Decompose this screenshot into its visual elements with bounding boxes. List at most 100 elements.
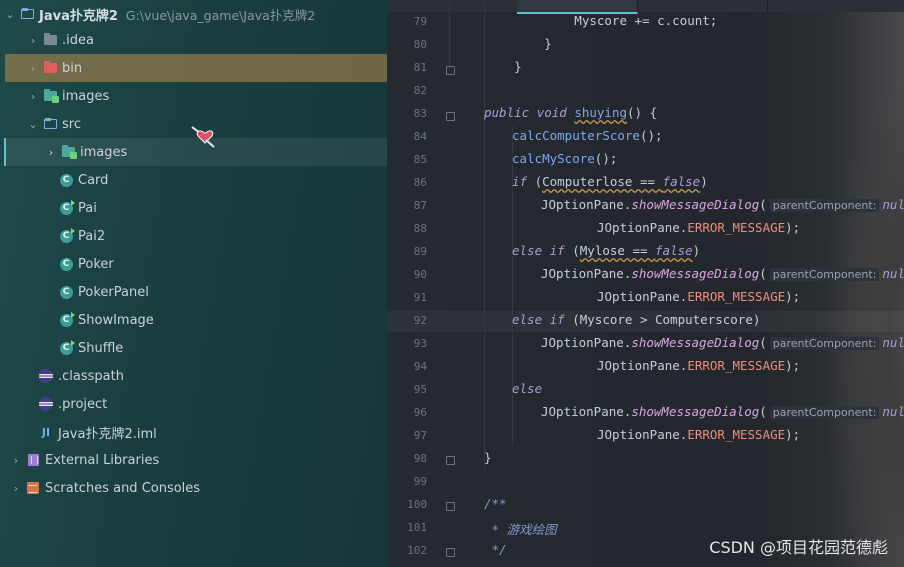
code-line: */	[484, 542, 507, 557]
line-number: 79	[413, 15, 427, 28]
tree-item-label: .classpath	[58, 368, 124, 384]
eclipse-icon	[38, 396, 54, 412]
line-number: 101	[407, 521, 427, 534]
source-folder-icon	[42, 116, 58, 132]
tree-item-shuffle[interactable]: C Shuffle	[0, 334, 387, 362]
code-line: }	[484, 59, 522, 74]
class-icon: C	[58, 256, 74, 272]
tree-item-idea[interactable]: › .idea	[0, 26, 387, 54]
line-number: 96	[413, 406, 427, 419]
line-number: 87	[413, 199, 427, 212]
chevron-right-icon[interactable]: ›	[9, 482, 23, 495]
line-number: 94	[413, 360, 427, 373]
editor-tab[interactable]	[637, 0, 768, 12]
chevron-right-icon[interactable]: ›	[26, 62, 40, 75]
code-line: * 游戏绘图	[484, 522, 557, 537]
code-line: /**	[484, 496, 507, 511]
tree-item-label: Shuffle	[78, 340, 124, 356]
folder-icon	[19, 6, 35, 22]
tree-item-label: .idea	[62, 32, 94, 48]
code-editor[interactable]: 79 80 81 82 83 84 85 86 87 88 89 90 91 9…	[387, 0, 904, 567]
tree-item-pai[interactable]: C Pai	[0, 194, 387, 222]
code-line: }	[484, 36, 552, 51]
chevron-right-icon[interactable]: ›	[44, 146, 58, 159]
line-number: 83	[413, 107, 427, 120]
line-number: 92	[413, 314, 427, 327]
tree-item-pai2[interactable]: C Pai2	[0, 222, 387, 250]
tree-item-classpath[interactable]: .classpath	[0, 362, 387, 390]
line-number: 81	[413, 61, 427, 74]
code-line: public void shuying() {	[484, 105, 658, 120]
editor-tab[interactable]	[767, 0, 904, 12]
line-number: 99	[413, 475, 427, 488]
line-number: 89	[413, 245, 427, 258]
tree-item-root[interactable]: ⌄ Java扑克牌2 G:\vue\java_game\Java扑克牌2	[0, 0, 387, 28]
code-line: JOptionPane.ERROR_MESSAGE);	[597, 358, 801, 373]
fold-icon[interactable]	[446, 548, 455, 557]
project-root-label: Java扑克牌2	[39, 8, 118, 24]
code-line: else if (Myscore > Computerscore)	[512, 312, 761, 327]
tree-item-label: Poker	[78, 256, 114, 272]
chevron-right-icon[interactable]: ›	[26, 34, 40, 47]
tree-item-label: External Libraries	[45, 452, 160, 468]
tree-item-label: images	[80, 144, 128, 160]
main-class-icon: C	[58, 339, 75, 356]
tree-item-poker[interactable]: C Poker	[0, 250, 387, 278]
tree-item-label: Pai	[78, 200, 97, 216]
chevron-down-icon[interactable]: ⌄	[26, 118, 40, 131]
folder-icon	[42, 32, 58, 48]
line-number: 85	[413, 153, 427, 166]
tree-item-label: .project	[58, 396, 108, 412]
editor-tab-active[interactable]	[517, 0, 638, 14]
chevron-right-icon[interactable]: ›	[26, 90, 40, 103]
code-line: JOptionPane.ERROR_MESSAGE);	[597, 427, 801, 442]
main-class-icon: C	[58, 311, 75, 328]
line-number: 98	[413, 452, 427, 465]
line-number: 82	[413, 84, 427, 97]
code-line: Myscore += c.count;	[484, 13, 718, 28]
tree-item-showimage[interactable]: C ShowImage	[0, 306, 387, 334]
tree-item-label: Card	[78, 172, 109, 188]
code-line: JOptionPane.ERROR_MESSAGE);	[597, 220, 801, 235]
tree-item-scratches[interactable]: › Scratches and Consoles	[0, 474, 387, 502]
code-line: else if (Mylose == false)	[512, 243, 701, 258]
fold-icon[interactable]	[446, 112, 455, 121]
tree-item-label: bin	[62, 60, 83, 76]
editor-tab[interactable]	[387, 0, 518, 12]
code-line: JOptionPane.showMessageDialog(parentComp…	[541, 197, 904, 212]
scratches-icon	[25, 480, 41, 496]
tree-item-images[interactable]: › images	[0, 82, 387, 110]
line-number: 102	[407, 544, 427, 557]
tree-item-external-libraries[interactable]: › External Libraries	[0, 446, 387, 474]
fold-icon[interactable]	[446, 456, 455, 465]
code-line: }	[484, 450, 492, 465]
code-line: JOptionPane.showMessageDialog(parentComp…	[541, 404, 904, 419]
excluded-folder-icon	[42, 60, 58, 76]
line-number: 91	[413, 291, 427, 304]
indent-guide	[449, 0, 450, 70]
editor-tab-bar	[387, 0, 904, 14]
fold-icon[interactable]	[446, 502, 455, 511]
tree-item-pokerpanel[interactable]: C PokerPanel	[0, 278, 387, 306]
resource-folder-icon	[42, 88, 59, 104]
heart-arrow-cursor-icon	[191, 126, 215, 148]
tree-item-label: PokerPanel	[78, 284, 149, 300]
fold-icon[interactable]	[446, 66, 455, 75]
chevron-right-icon[interactable]: ›	[9, 454, 23, 467]
code-line: calcComputerScore();	[512, 128, 663, 143]
code-line: JOptionPane.ERROR_MESSAGE);	[597, 289, 801, 304]
tree-item-label: Java扑克牌2.iml	[58, 426, 157, 442]
chevron-down-icon[interactable]: ⌄	[3, 8, 17, 21]
tree-item-bin[interactable]: › bin	[5, 54, 387, 82]
tree-item-label: ShowImage	[78, 312, 154, 328]
project-root-path: G:\vue\java_game\Java扑克牌2	[125, 7, 316, 23]
tree-item-card[interactable]: C Card	[0, 166, 387, 194]
line-number: 90	[413, 268, 427, 281]
line-number: 100	[407, 498, 427, 511]
class-icon: C	[58, 284, 74, 300]
line-number: 80	[413, 38, 427, 51]
tree-item-project-file[interactable]: .project	[0, 390, 387, 418]
line-number: 95	[413, 383, 427, 396]
tree-item-iml[interactable]: JI Java扑克牌2.iml	[0, 418, 387, 446]
tree-item-label: Pai2	[78, 228, 106, 244]
